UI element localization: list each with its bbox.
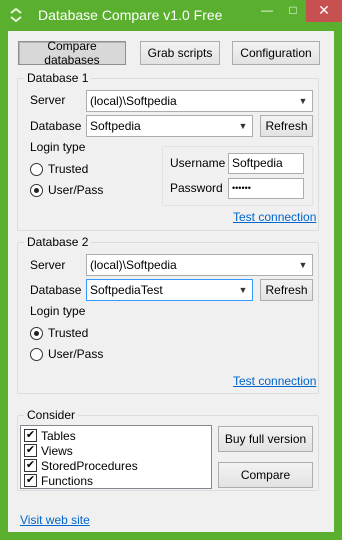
db2-server-label: Server [30, 258, 66, 272]
list-item[interactable]: ✔ Functions [24, 473, 93, 488]
db1-database-value: Softpedia [90, 119, 141, 133]
database1-group-label: Database 1 [24, 71, 92, 85]
buy-full-version-button[interactable]: Buy full version [218, 426, 313, 452]
db1-test-connection-link[interactable]: Test connection [233, 210, 316, 224]
chevron-down-icon: ▼ [238, 285, 248, 295]
db1-server-label: Server [30, 93, 66, 107]
checkbox-checked-icon[interactable]: ✔ [24, 444, 37, 457]
db2-userpass-label: User/Pass [48, 347, 104, 361]
db1-username-field[interactable]: Softpedia [228, 153, 304, 174]
list-item[interactable]: ✔ Views [24, 443, 73, 458]
minimize-button[interactable]: — [254, 0, 280, 22]
database2-group-label: Database 2 [24, 235, 92, 249]
close-button[interactable]: ✕ [306, 0, 342, 22]
visit-web-site-link[interactable]: Visit web site [20, 513, 90, 527]
db1-userpass-label: User/Pass [48, 183, 104, 197]
checkbox-checked-icon[interactable]: ✔ [24, 474, 37, 487]
chevron-down-icon: ▼ [238, 121, 248, 131]
checkbox-checked-icon[interactable]: ✔ [24, 429, 37, 442]
db1-server-value: (local)\Softpedia [90, 94, 177, 108]
db1-password-field[interactable]: •••••• [228, 178, 304, 199]
db1-refresh-button[interactable]: Refresh [260, 115, 313, 137]
db1-trusted-radio[interactable] [30, 163, 43, 176]
db2-refresh-button[interactable]: Refresh [260, 279, 313, 301]
list-item[interactable]: ✔ Tables [24, 428, 76, 443]
db2-login-type-label: Login type [30, 304, 86, 318]
db1-database-label: Database [30, 119, 82, 133]
compare-databases-button[interactable]: Compare databases [18, 39, 126, 67]
db1-server-combo[interactable]: (local)\Softpedia ▼ [86, 90, 313, 112]
db1-database-combo[interactable]: Softpedia ▼ [86, 115, 253, 137]
consider-item-label: Functions [41, 473, 94, 488]
db2-userpass-radio[interactable] [30, 348, 43, 361]
db2-trusted-radio[interactable] [30, 327, 43, 340]
db2-test-connection-link[interactable]: Test connection [233, 374, 316, 388]
consider-item-label: Tables [41, 428, 76, 443]
configuration-button[interactable]: Configuration [232, 41, 320, 65]
db2-database-value: SoftpediaTest [90, 283, 163, 297]
checkbox-checked-icon[interactable]: ✔ [24, 459, 37, 472]
db1-password-label: Password [170, 181, 223, 195]
db1-trusted-label: Trusted [48, 162, 89, 176]
db2-database-label: Database [30, 283, 82, 297]
db2-database-combo[interactable]: SoftpediaTest ▼ [86, 279, 253, 301]
maximize-button[interactable]: □ [280, 0, 306, 22]
consider-item-label: StoredProcedures [41, 458, 138, 473]
consider-list[interactable]: ✔ Tables ✔ Views ✔ StoredProcedures ✔ Fu… [20, 425, 212, 489]
app-logo-icon [10, 7, 22, 23]
db1-username-label: Username [170, 156, 226, 170]
window-title: Database Compare v1.0 Free [38, 7, 223, 23]
consider-group-label: Consider [24, 408, 79, 422]
consider-item-label: Views [41, 443, 73, 458]
chevron-down-icon: ▼ [298, 96, 308, 106]
db1-login-type-label: Login type [30, 140, 86, 154]
chevron-down-icon: ▼ [298, 260, 308, 270]
app-window: Database Compare v1.0 Free — □ ✕ Compare… [0, 0, 342, 540]
main-panel: Compare databases Grab scripts Configura… [8, 31, 334, 532]
compare-button[interactable]: Compare [218, 462, 313, 488]
title-bar[interactable]: Database Compare v1.0 Free — □ ✕ [0, 0, 342, 30]
db1-userpass-radio[interactable] [30, 184, 43, 197]
db2-server-value: (local)\Softpedia [90, 258, 177, 272]
db2-server-combo[interactable]: (local)\Softpedia ▼ [86, 254, 313, 276]
grab-scripts-button[interactable]: Grab scripts [140, 41, 220, 65]
db2-trusted-label: Trusted [48, 326, 89, 340]
list-item[interactable]: ✔ StoredProcedures [24, 458, 138, 473]
